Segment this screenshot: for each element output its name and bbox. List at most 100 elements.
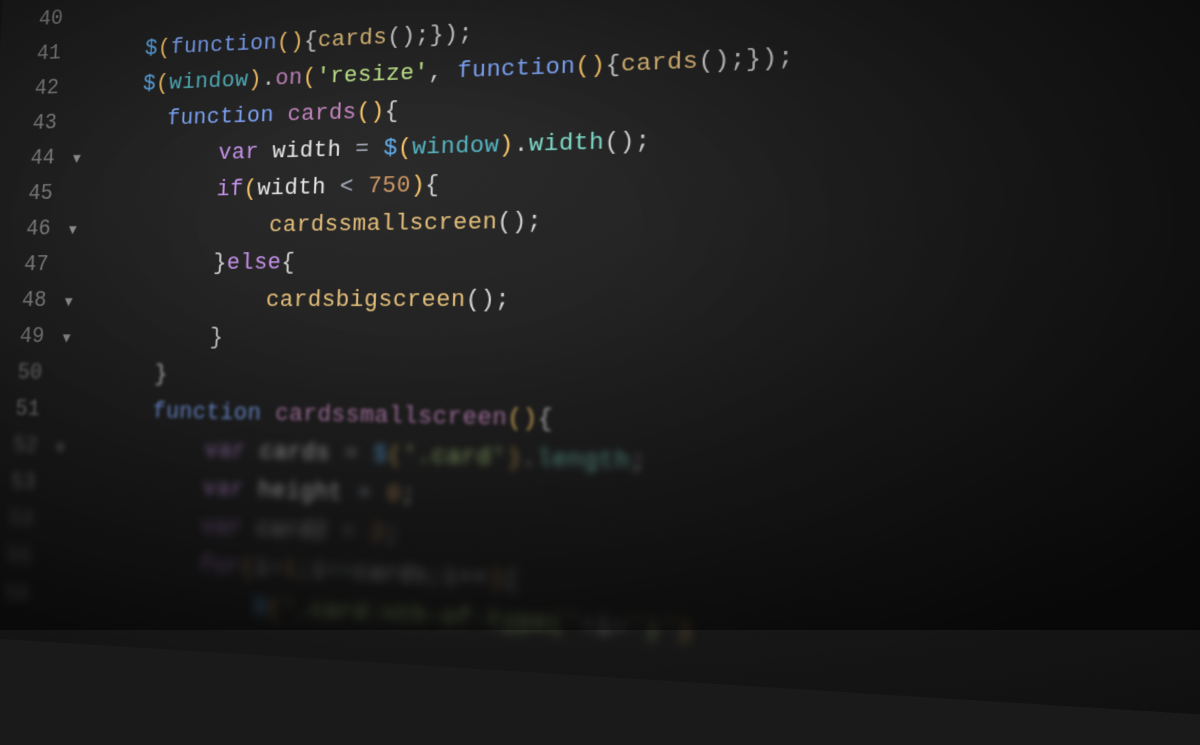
fold-marker-icon[interactable]: ▼: [48, 441, 72, 458]
code-token: .: [514, 131, 529, 158]
code-token: [65, 546, 200, 579]
line-number: 55: [0, 542, 43, 571]
code-token: if: [216, 177, 244, 203]
code-token: [244, 477, 259, 504]
code-content[interactable]: }else{: [81, 250, 296, 277]
code-token: (: [302, 65, 317, 91]
code-line[interactable]: 48▼ cardsbigscreen();: [0, 283, 1200, 330]
line-number: 40: [1, 6, 75, 34]
line-number: 44: [0, 145, 67, 171]
code-token: i: [254, 555, 269, 583]
fold-marker-icon: [68, 127, 90, 128]
line-number: 53: [0, 468, 48, 496]
fold-marker-icon: [72, 57, 94, 58]
code-token: for: [199, 552, 242, 581]
code-token: (: [397, 135, 412, 161]
line-number: 47: [0, 252, 60, 277]
line-number: 42: [0, 75, 71, 102]
code-token: );: [762, 44, 794, 73]
code-token: {: [304, 28, 319, 54]
code-token: ): [499, 132, 514, 159]
code-token: ;: [297, 556, 312, 584]
code-token: [81, 250, 214, 276]
line-number: 43: [0, 110, 69, 137]
code-token: ,: [428, 59, 458, 86]
fold-marker-icon[interactable]: ▼: [65, 152, 88, 168]
code-token: i: [596, 611, 612, 641]
fold-marker-icon[interactable]: ▼: [57, 295, 80, 311]
code-token: ;: [401, 481, 417, 509]
line-number: 51: [0, 396, 52, 423]
fold-marker-icon[interactable]: ▼: [61, 223, 84, 239]
code-token: .: [521, 445, 537, 473]
code-token: [83, 213, 269, 241]
code-token: width: [272, 137, 342, 165]
code-token: cardssmallscreen: [275, 401, 508, 433]
line-number: 45: [0, 181, 64, 207]
code-token: [73, 397, 153, 424]
code-token: ): [506, 445, 522, 473]
fold-marker-icon: [70, 92, 92, 93]
fold-marker-icon: [42, 564, 65, 565]
code-token: {: [281, 250, 296, 276]
code-token: );: [444, 21, 474, 48]
code-token: length: [537, 445, 631, 476]
code-token: =: [330, 440, 374, 468]
line-number: 49: [0, 324, 56, 349]
code-token: $: [383, 135, 398, 161]
code-token: (): [507, 405, 538, 433]
code-token: 1: [282, 556, 297, 584]
code-token: ): [248, 67, 263, 93]
code-token: }: [154, 361, 169, 387]
code-token: ();: [387, 23, 430, 51]
code-token: (: [240, 554, 255, 582]
code-token: card2: [256, 516, 328, 546]
code-token: height: [258, 477, 344, 507]
line-number: 52: [0, 432, 50, 459]
code-token: cardsbigscreen: [266, 287, 466, 314]
code-token: {: [605, 51, 621, 78]
code-token: [79, 287, 266, 313]
code-token: [77, 324, 210, 350]
code-token: [89, 107, 168, 134]
code-content[interactable]: }: [77, 324, 224, 350]
code-token: [91, 72, 144, 99]
fold-marker-icon[interactable]: ▼: [55, 331, 78, 347]
code-token: [261, 401, 276, 428]
code-token: 750: [368, 173, 412, 200]
code-token: [75, 361, 155, 388]
code-token: }: [746, 45, 762, 73]
code-token: {: [503, 566, 519, 595]
code-token: {: [384, 98, 399, 124]
code-token: }: [429, 22, 444, 48]
code-token: (): [356, 99, 385, 126]
code-token: (: [243, 176, 258, 202]
code-token: }: [209, 325, 224, 351]
code-token: <=: [325, 558, 355, 587]
code-content[interactable]: }: [75, 361, 168, 388]
line-number: 46: [0, 216, 62, 242]
code-editor[interactable]: 4041 $(function(){cards();});42 $(window…: [0, 0, 1200, 745]
code-token: =: [268, 555, 283, 583]
code-token: i: [311, 557, 326, 585]
code-token: else: [226, 250, 282, 276]
code-token: }: [213, 250, 228, 276]
code-token: [87, 141, 219, 170]
code-token: var: [218, 140, 260, 166]
code-token: [273, 102, 288, 128]
code-token: <: [325, 174, 368, 201]
code-token: +: [580, 611, 596, 641]
code-token: ): [676, 615, 693, 645]
line-number: 41: [0, 40, 73, 67]
code-token: ;: [428, 562, 444, 591]
line-number: 56: [0, 579, 41, 609]
fold-marker-icon: [40, 601, 63, 602]
code-token: ();: [465, 286, 510, 313]
code-token: i++: [443, 563, 489, 593]
code-token: {: [537, 405, 553, 433]
code-token: on: [275, 65, 303, 91]
code-token: var: [201, 514, 244, 542]
code-content[interactable]: cardsbigscreen();: [79, 286, 510, 313]
code-token: function: [167, 103, 275, 132]
code-token: [71, 434, 205, 464]
